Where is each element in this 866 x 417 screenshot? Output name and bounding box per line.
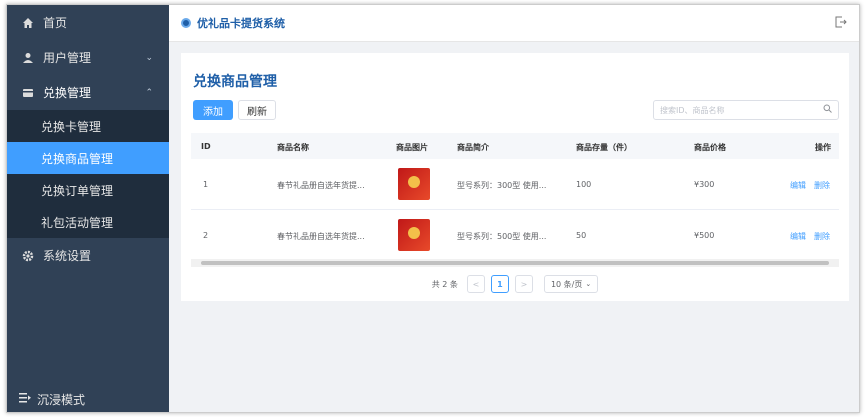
cell-intro: 型号系列：500型 使用... (457, 232, 547, 241)
sidebar-item-order-manage[interactable]: 兑换订单管理 (7, 174, 169, 206)
sidebar-item-users[interactable]: 用户管理 ⌄ (7, 40, 169, 75)
header-intro: 商品简介 (457, 143, 489, 152)
prev-page-button[interactable]: < (466, 275, 485, 293)
header-actions: 操作 (815, 143, 831, 152)
chevron-down-icon: ⌄ (145, 52, 153, 63)
cell-intro: 型号系列：300型 使用... (457, 181, 547, 190)
sidebar-item-label: 兑换订单管理 (41, 183, 114, 198)
cell-price: ¥300 (694, 180, 715, 189)
edit-link[interactable]: 编辑 (790, 181, 806, 190)
page-button-current[interactable]: 1 (490, 275, 509, 293)
sidebar-item-label: 礼包活动管理 (41, 215, 114, 230)
pagination-total: 共 2 条 (431, 279, 458, 289)
delete-link[interactable]: 删除 (814, 181, 830, 190)
topbar: 优礼品卡提货系统 (169, 5, 859, 42)
cell-stock: 100 (576, 180, 592, 189)
gear-icon (21, 249, 35, 263)
header-image: 商品图片 (396, 143, 428, 152)
home-icon (21, 16, 35, 30)
table-header: ID 商品名称 商品图片 商品简介 商品存量（件） 商品价格 操作 (191, 133, 839, 159)
page-size-value: 10 条/页 (550, 279, 583, 289)
chevron-down-icon: ⌄ (585, 280, 592, 288)
pagination: 共 2 条 < 1 > 10 条/页 ⌄ (181, 275, 849, 293)
sidebar-item-label: 兑换管理 (43, 86, 92, 100)
product-image (398, 168, 430, 200)
sidebar: 首页 用户管理 ⌄ 兑换管理 ⌃ 兑换卡管理 兑换商品管理 兑换订单管理 礼包活… (7, 5, 169, 412)
immersive-mode-toggle[interactable]: 沉浸模式 (7, 386, 169, 412)
next-page-button[interactable]: > (514, 275, 533, 293)
cell-name: 春节礼品册自选年货提... (277, 232, 365, 241)
content-card: 兑换商品管理 添加 刷新 搜索ID、商品名称 ID 商品名称 商品图片 商品简介… (181, 53, 849, 301)
cell-stock: 50 (576, 231, 587, 240)
sidebar-item-settings[interactable]: 系统设置 (7, 238, 169, 273)
logout-icon[interactable] (835, 16, 847, 31)
cell-price: ¥500 (694, 231, 715, 240)
search-icon[interactable] (823, 104, 832, 116)
cell-name: 春节礼品册自选年货提... (277, 181, 365, 190)
chevron-up-icon: ⌃ (145, 87, 153, 98)
sidebar-item-label: 首页 (43, 16, 68, 30)
row-actions: 编辑 删除 (790, 180, 838, 191)
page-title: 兑换商品管理 (193, 74, 277, 90)
cell-id: 2 (203, 231, 209, 240)
header-name: 商品名称 (277, 143, 309, 152)
main-content: 优礼品卡提货系统 兑换商品管理 添加 刷新 搜索ID、商品名称 ID 商品名称 (169, 5, 859, 412)
scrollbar-thumb[interactable] (201, 261, 829, 265)
refresh-button[interactable]: 刷新 (238, 100, 276, 120)
immersive-mode-label: 沉浸模式 (37, 392, 86, 407)
search-placeholder: 搜索ID、商品名称 (660, 105, 725, 115)
edit-link[interactable]: 编辑 (790, 232, 806, 241)
sidebar-item-label: 兑换卡管理 (41, 119, 102, 134)
logo-icon (181, 18, 191, 28)
product-image (398, 219, 430, 251)
sidebar-submenu: 兑换卡管理 兑换商品管理 兑换订单管理 礼包活动管理 (7, 110, 169, 238)
sidebar-item-label: 系统设置 (43, 249, 92, 263)
row-actions: 编辑 删除 (790, 231, 838, 242)
delete-link[interactable]: 删除 (814, 232, 830, 241)
table-row: 1 春节礼品册自选年货提... 型号系列：300型 使用... 100 ¥300… (191, 159, 839, 210)
user-icon (21, 51, 35, 65)
header-price: 商品价格 (694, 143, 726, 152)
horizontal-scrollbar[interactable] (191, 259, 839, 267)
app-title: 优礼品卡提货系统 (197, 17, 285, 30)
sidebar-item-gift-activity[interactable]: 礼包活动管理 (7, 206, 169, 238)
search-input[interactable]: 搜索ID、商品名称 (653, 100, 839, 120)
card-icon (21, 86, 35, 100)
menu-fold-icon (19, 392, 31, 406)
table-row: 2 春节礼品册自选年货提... 型号系列：500型 使用... 50 ¥500 … (191, 210, 839, 261)
app-window: 首页 用户管理 ⌄ 兑换管理 ⌃ 兑换卡管理 兑换商品管理 兑换订单管理 礼包活… (6, 4, 860, 413)
page-size-select[interactable]: 10 条/页 ⌄ (543, 275, 599, 293)
sidebar-item-label: 用户管理 (43, 51, 92, 65)
add-button[interactable]: 添加 (193, 100, 233, 120)
cell-id: 1 (203, 180, 209, 189)
product-table: ID 商品名称 商品图片 商品简介 商品存量（件） 商品价格 操作 1 春节礼品… (191, 133, 839, 261)
header-id: ID (201, 142, 211, 151)
sidebar-item-label: 兑换商品管理 (41, 151, 114, 166)
sidebar-item-home[interactable]: 首页 (7, 5, 169, 40)
sidebar-item-exchange[interactable]: 兑换管理 ⌃ (7, 75, 169, 110)
header-stock: 商品存量（件） (576, 143, 632, 152)
sidebar-item-card-manage[interactable]: 兑换卡管理 (7, 110, 169, 142)
sidebar-item-product-manage[interactable]: 兑换商品管理 (7, 142, 169, 174)
